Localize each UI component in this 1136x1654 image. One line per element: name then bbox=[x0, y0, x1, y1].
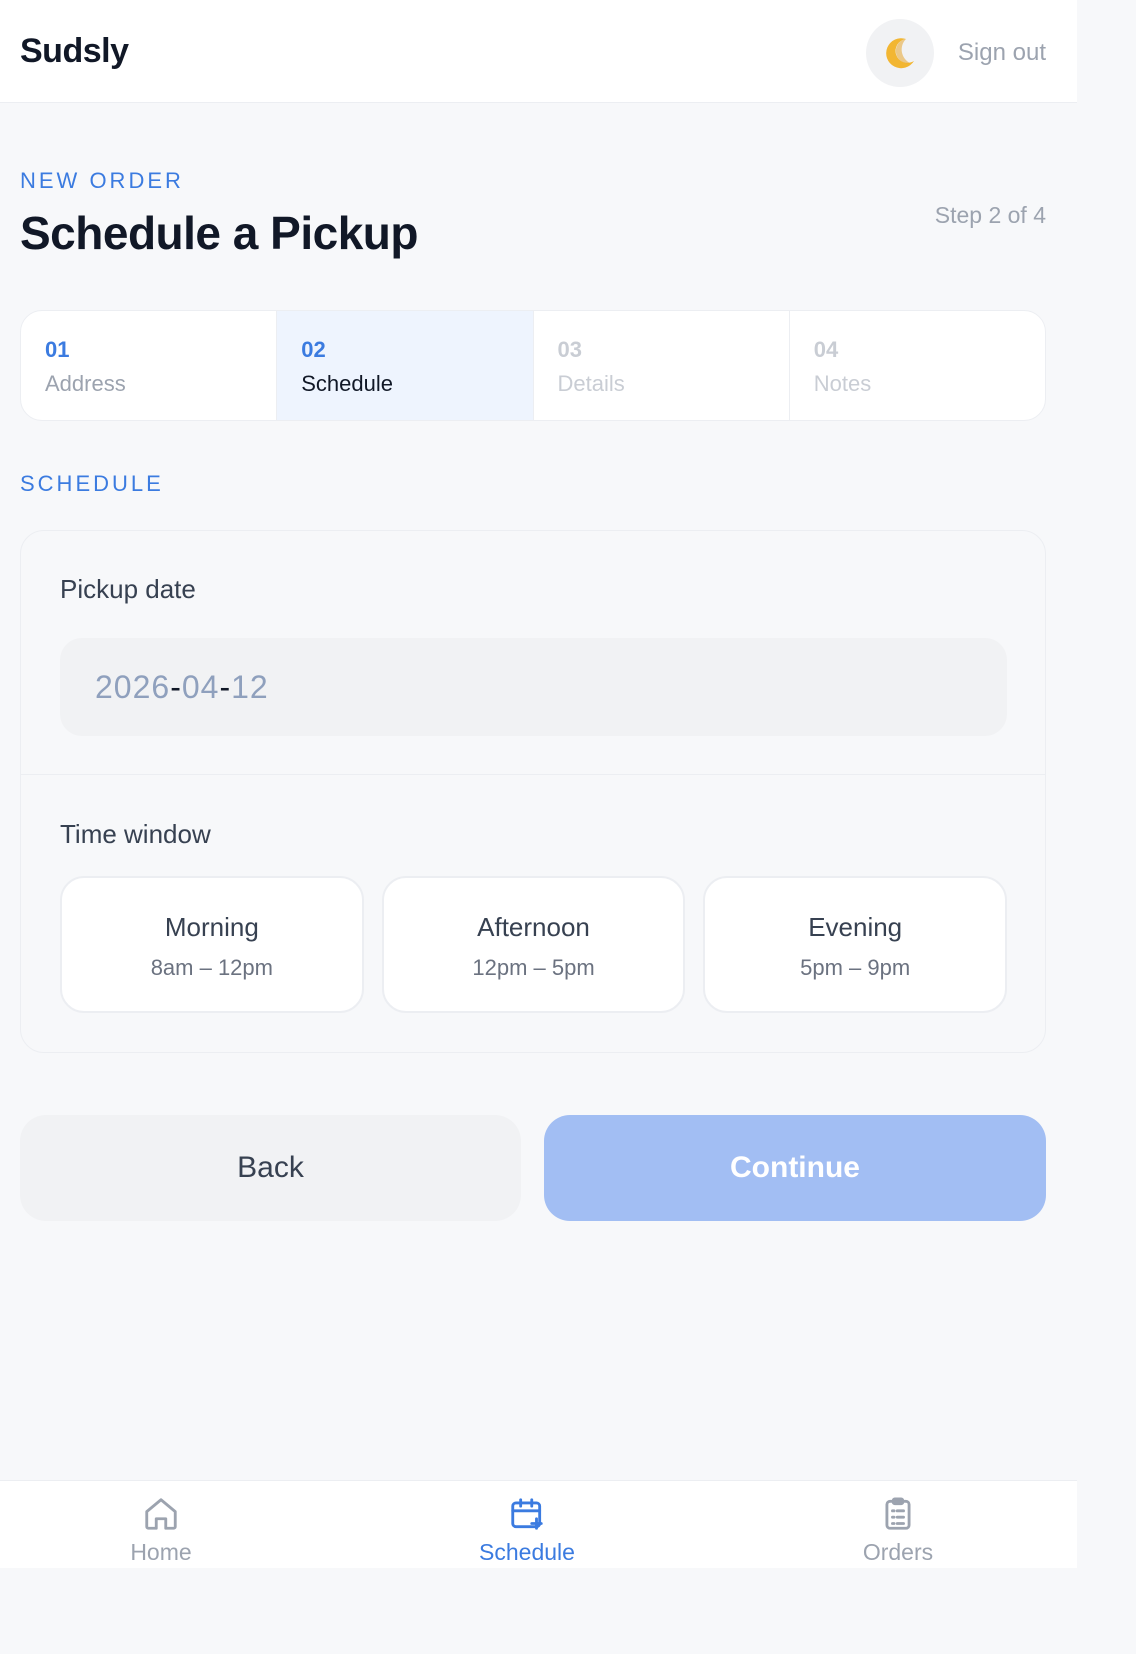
tab-label: Home bbox=[130, 1539, 192, 1565]
step-number: 03 bbox=[557, 337, 582, 362]
time-window-label: Time window bbox=[60, 819, 211, 849]
time-slot-evening[interactable]: Evening 5pm – 9pm bbox=[703, 876, 1008, 1013]
pickup-date-label: Pickup date bbox=[60, 574, 196, 604]
step-label: Address bbox=[45, 371, 126, 396]
card-divider bbox=[21, 774, 1045, 775]
step-label: Details bbox=[557, 371, 625, 396]
date-year: 2026 bbox=[95, 668, 171, 705]
order-stepper: 01 Address 02 Schedule 03 Details 04 Not… bbox=[20, 310, 1046, 421]
continue-button[interactable]: Continue bbox=[544, 1115, 1046, 1221]
slot-range: 5pm – 9pm bbox=[800, 955, 911, 980]
app-logo[interactable]: Sudsly bbox=[20, 32, 129, 71]
bottom-tab-bar: Home Schedule Orders bbox=[0, 1480, 1077, 1568]
page-title: Schedule a Pickup bbox=[20, 207, 418, 259]
slot-name: Afternoon bbox=[477, 912, 590, 942]
time-slot-afternoon[interactable]: Afternoon 12pm – 5pm bbox=[381, 876, 686, 1013]
tab-schedule[interactable]: Schedule bbox=[457, 1495, 597, 1566]
date-separator: - bbox=[170, 668, 182, 705]
tab-label: Schedule bbox=[479, 1539, 575, 1565]
moon-icon bbox=[886, 38, 914, 69]
calendar-plus-icon bbox=[511, 1498, 543, 1530]
pickup-date-input[interactable]: 2026-04-12 bbox=[60, 638, 1007, 736]
slot-name: Morning bbox=[164, 912, 259, 942]
stepper-step-address[interactable]: 01 Address bbox=[21, 311, 278, 420]
step-number: 04 bbox=[813, 337, 839, 362]
stepper-step-schedule[interactable]: 02 Schedule bbox=[277, 311, 534, 420]
slot-range: 12pm – 5pm bbox=[472, 955, 595, 980]
schedule-card: Pickup date 2026-04-12 Time window Morni… bbox=[20, 530, 1046, 1053]
top-bar: Sudsly Sign out bbox=[0, 0, 1077, 103]
page-eyebrow: NEW ORDER bbox=[20, 168, 184, 193]
time-slot-morning[interactable]: Morning 8am – 12pm bbox=[60, 876, 364, 1013]
slot-range: 8am – 12pm bbox=[150, 955, 273, 980]
section-label-schedule: SCHEDULE bbox=[20, 471, 164, 496]
sign-out-link[interactable]: Sign out bbox=[958, 39, 1046, 67]
step-number: 02 bbox=[301, 337, 326, 362]
date-separator: - bbox=[219, 668, 232, 705]
step-label: Schedule bbox=[301, 371, 393, 396]
clipboard-list-icon bbox=[885, 1497, 911, 1530]
step-label: Notes bbox=[813, 371, 872, 396]
time-window-options: Morning 8am – 12pm Afternoon 12pm – 5pm … bbox=[60, 876, 1008, 1013]
tab-label: Orders bbox=[862, 1539, 934, 1565]
back-button[interactable]: Back bbox=[20, 1115, 521, 1221]
theme-toggle-button[interactable] bbox=[866, 19, 934, 87]
date-day: 12 bbox=[231, 668, 269, 705]
slot-name: Evening bbox=[808, 912, 903, 942]
stepper-step-notes: 04 Notes bbox=[790, 311, 1045, 420]
date-month: 04 bbox=[181, 668, 220, 705]
stepper-step-details: 03 Details bbox=[534, 311, 790, 420]
home-icon bbox=[145, 1498, 177, 1530]
tab-home[interactable]: Home bbox=[91, 1495, 231, 1566]
step-number: 01 bbox=[45, 337, 70, 362]
step-indicator: Step 2 of 4 bbox=[934, 202, 1046, 228]
tab-orders[interactable]: Orders bbox=[828, 1495, 968, 1566]
